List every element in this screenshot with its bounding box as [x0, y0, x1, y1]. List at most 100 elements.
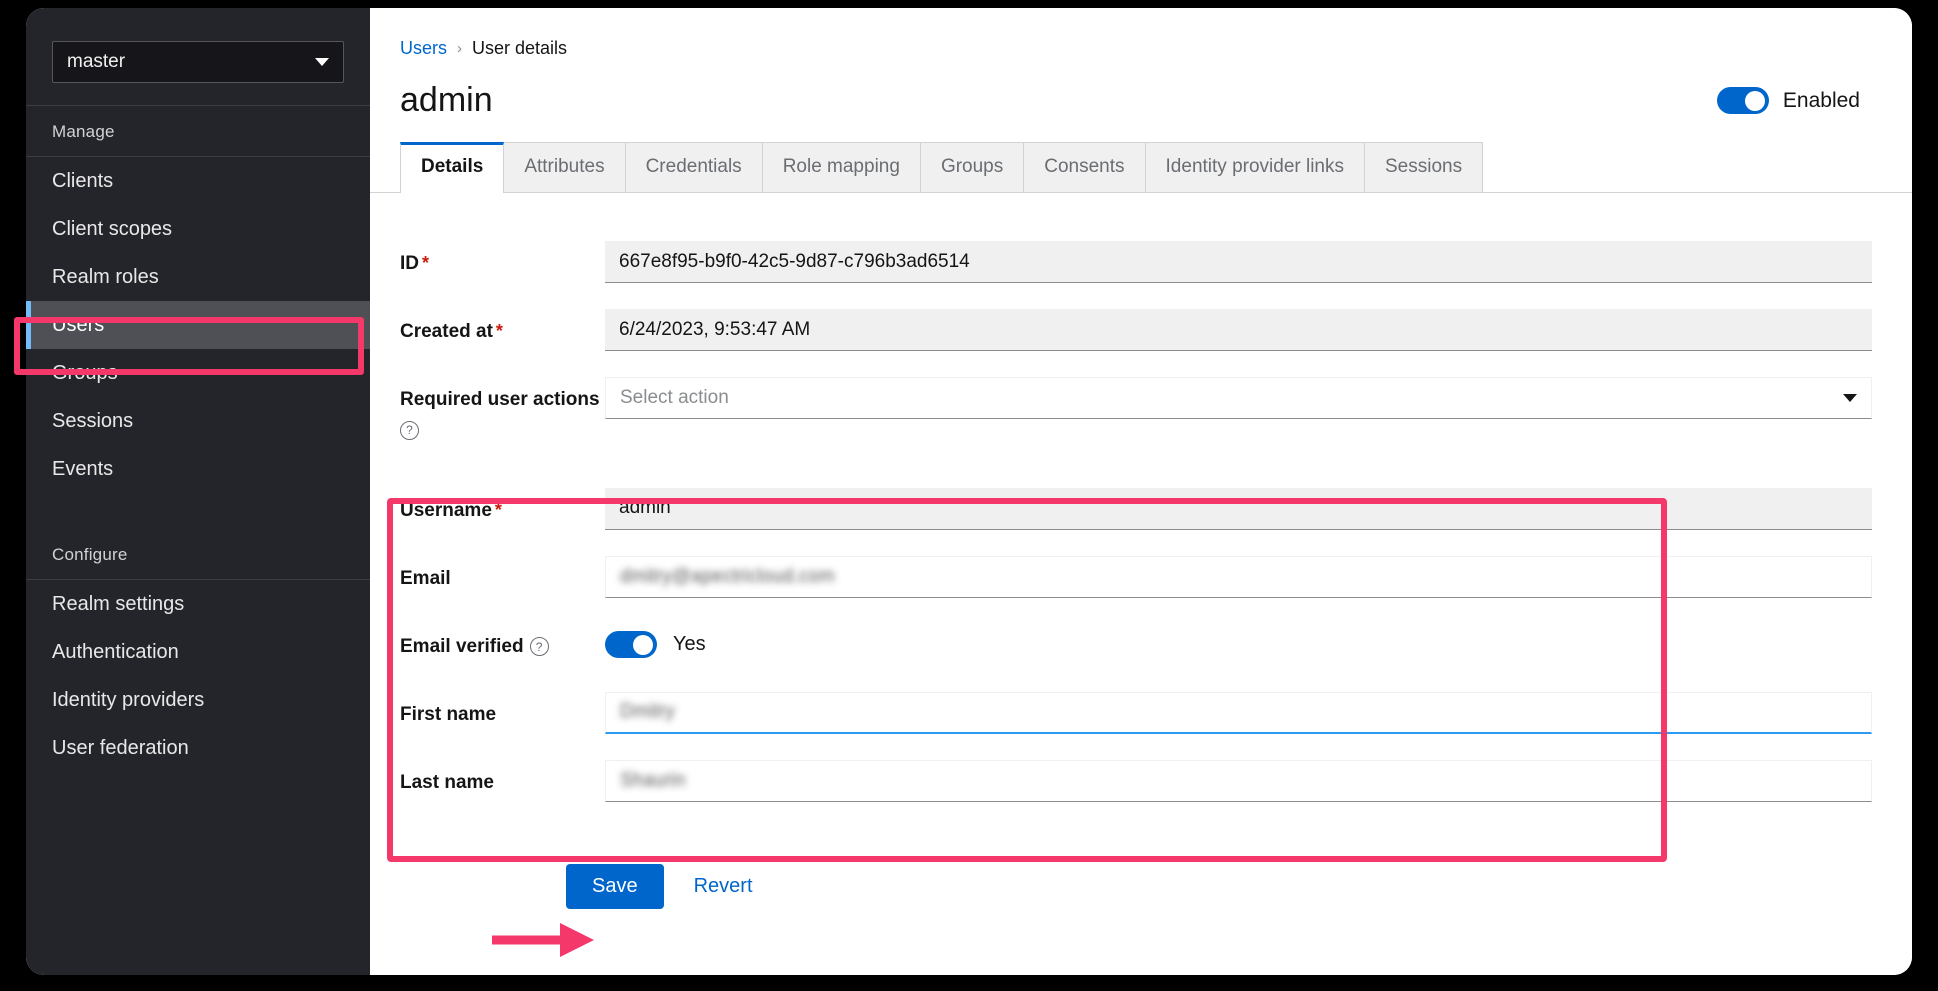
- sidebar-gap: [26, 493, 370, 529]
- label-last-name: Last name: [400, 760, 605, 796]
- tab-consents[interactable]: Consents: [1023, 142, 1145, 192]
- enabled-toggle-wrap: Enabled: [1717, 87, 1860, 114]
- sidebar: master Manage Clients Client scopes Real…: [26, 8, 370, 975]
- label-required-user-actions: Required user actions ?: [400, 377, 605, 440]
- sidebar-item-label: Realm roles: [52, 266, 159, 288]
- sidebar-item-users[interactable]: Users: [26, 301, 370, 349]
- email-verified-toggle[interactable]: [605, 631, 657, 658]
- id-input[interactable]: 667e8f95-b9f0-42c5-9d87-c796b3ad6514: [605, 241, 1872, 283]
- label-username: Username*: [400, 488, 605, 524]
- sidebar-item-authentication[interactable]: Authentication: [26, 628, 370, 676]
- sidebar-item-label: Users: [52, 314, 104, 336]
- tab-label: Identity provider links: [1166, 156, 1344, 177]
- label-text: Required user actions: [400, 389, 600, 410]
- tab-label: Sessions: [1385, 156, 1462, 177]
- sidebar-item-label: Sessions: [52, 410, 133, 432]
- label-text: ID: [400, 253, 419, 274]
- sidebar-item-label: Clients: [52, 170, 113, 192]
- sidebar-item-realm-settings[interactable]: Realm settings: [26, 580, 370, 628]
- sidebar-item-realm-roles[interactable]: Realm roles: [26, 253, 370, 301]
- sidebar-item-sessions[interactable]: Sessions: [26, 397, 370, 445]
- field-row-id: ID* 667e8f95-b9f0-42c5-9d87-c796b3ad6514: [370, 241, 1912, 283]
- sidebar-group-title-manage: Manage: [26, 106, 370, 156]
- page-title: admin: [400, 81, 1717, 120]
- tab-bar: Details Attributes Credentials Role mapp…: [370, 142, 1912, 193]
- tab-label: Consents: [1044, 156, 1124, 177]
- label-text: Username: [400, 500, 492, 521]
- save-button[interactable]: Save: [566, 864, 664, 909]
- first-name-input[interactable]: Dmitry: [605, 692, 1872, 734]
- chevron-down-icon: [315, 58, 329, 66]
- breadcrumb: Users › User details: [400, 38, 1872, 59]
- sidebar-item-label: Identity providers: [52, 689, 204, 711]
- sidebar-group-title-configure: Configure: [26, 529, 370, 579]
- email-verified-row: Yes: [605, 624, 1872, 666]
- sidebar-item-user-federation[interactable]: User federation: [26, 724, 370, 772]
- revert-button[interactable]: Revert: [690, 867, 757, 906]
- sidebar-item-clients[interactable]: Clients: [26, 157, 370, 205]
- label-text: Email verified: [400, 636, 524, 657]
- required-marker-icon: *: [495, 500, 502, 520]
- toggle-knob: [633, 635, 653, 655]
- tab-identity-provider-links[interactable]: Identity provider links: [1145, 142, 1365, 192]
- tab-details[interactable]: Details: [400, 142, 504, 192]
- control-email-verified: Yes: [605, 624, 1872, 666]
- realm-selector[interactable]: master: [52, 41, 344, 83]
- field-row-required-user-actions: Required user actions ? Select action: [370, 377, 1912, 440]
- control-created-at: 6/24/2023, 9:53:47 AM: [605, 309, 1872, 351]
- tab-label: Groups: [941, 156, 1003, 177]
- sidebar-item-groups[interactable]: Groups: [26, 349, 370, 397]
- first-name-value-redacted: Dmitry: [620, 701, 675, 723]
- required-marker-icon: *: [422, 253, 429, 273]
- tab-sessions[interactable]: Sessions: [1364, 142, 1483, 192]
- field-row-first-name: First name Dmitry: [370, 692, 1912, 734]
- realm-selector-value: master: [67, 51, 315, 73]
- sidebar-item-label: User federation: [52, 737, 189, 759]
- sidebar-item-events[interactable]: Events: [26, 445, 370, 493]
- control-required-user-actions: Select action: [605, 377, 1872, 419]
- required-user-actions-select[interactable]: Select action: [605, 377, 1872, 419]
- control-last-name: Shaurin: [605, 760, 1872, 802]
- tab-groups[interactable]: Groups: [920, 142, 1024, 192]
- breadcrumb-link-users[interactable]: Users: [400, 38, 447, 59]
- email-value-redacted: dmitry@apectricloud.com: [620, 566, 835, 588]
- caret-down-icon: [1843, 394, 1857, 402]
- label-first-name: First name: [400, 692, 605, 728]
- label-email: Email: [400, 556, 605, 592]
- app-window: master Manage Clients Client scopes Real…: [26, 8, 1912, 975]
- label-text: Created at: [400, 321, 493, 342]
- field-row-username: Username* admin: [370, 488, 1912, 530]
- realm-selector-wrap: master: [26, 8, 370, 105]
- label-text: First name: [400, 704, 496, 725]
- last-name-value-redacted: Shaurin: [620, 770, 686, 792]
- created-at-input[interactable]: 6/24/2023, 9:53:47 AM: [605, 309, 1872, 351]
- breadcrumb-separator-icon: ›: [457, 40, 462, 57]
- sidebar-item-client-scopes[interactable]: Client scopes: [26, 205, 370, 253]
- email-verified-state-label: Yes: [673, 633, 706, 656]
- page-header: Users › User details admin Enabled: [370, 8, 1912, 120]
- sidebar-item-label: Authentication: [52, 641, 179, 663]
- tab-label: Credentials: [646, 156, 742, 177]
- sidebar-item-identity-providers[interactable]: Identity providers: [26, 676, 370, 724]
- user-enabled-toggle[interactable]: [1717, 87, 1769, 114]
- control-id: 667e8f95-b9f0-42c5-9d87-c796b3ad6514: [605, 241, 1872, 283]
- label-id: ID*: [400, 241, 605, 277]
- field-row-last-name: Last name Shaurin: [370, 760, 1912, 802]
- last-name-input[interactable]: Shaurin: [605, 760, 1872, 802]
- username-input[interactable]: admin: [605, 488, 1872, 530]
- user-details-form: ID* 667e8f95-b9f0-42c5-9d87-c796b3ad6514…: [370, 193, 1912, 909]
- control-first-name: Dmitry: [605, 692, 1872, 734]
- label-text: Last name: [400, 772, 494, 793]
- sidebar-item-label: Realm settings: [52, 593, 184, 615]
- tab-role-mapping[interactable]: Role mapping: [762, 142, 921, 192]
- required-user-actions-placeholder: Select action: [620, 387, 1843, 409]
- email-input[interactable]: dmitry@apectricloud.com: [605, 556, 1872, 598]
- form-spacer: [370, 466, 1912, 488]
- question-circle-icon[interactable]: ?: [400, 421, 419, 440]
- tab-credentials[interactable]: Credentials: [625, 142, 763, 192]
- field-row-email-verified: Email verified? Yes: [370, 624, 1912, 666]
- question-circle-icon[interactable]: ?: [530, 637, 549, 656]
- control-email: dmitry@apectricloud.com: [605, 556, 1872, 598]
- tab-label: Details: [421, 156, 483, 177]
- tab-attributes[interactable]: Attributes: [503, 142, 625, 192]
